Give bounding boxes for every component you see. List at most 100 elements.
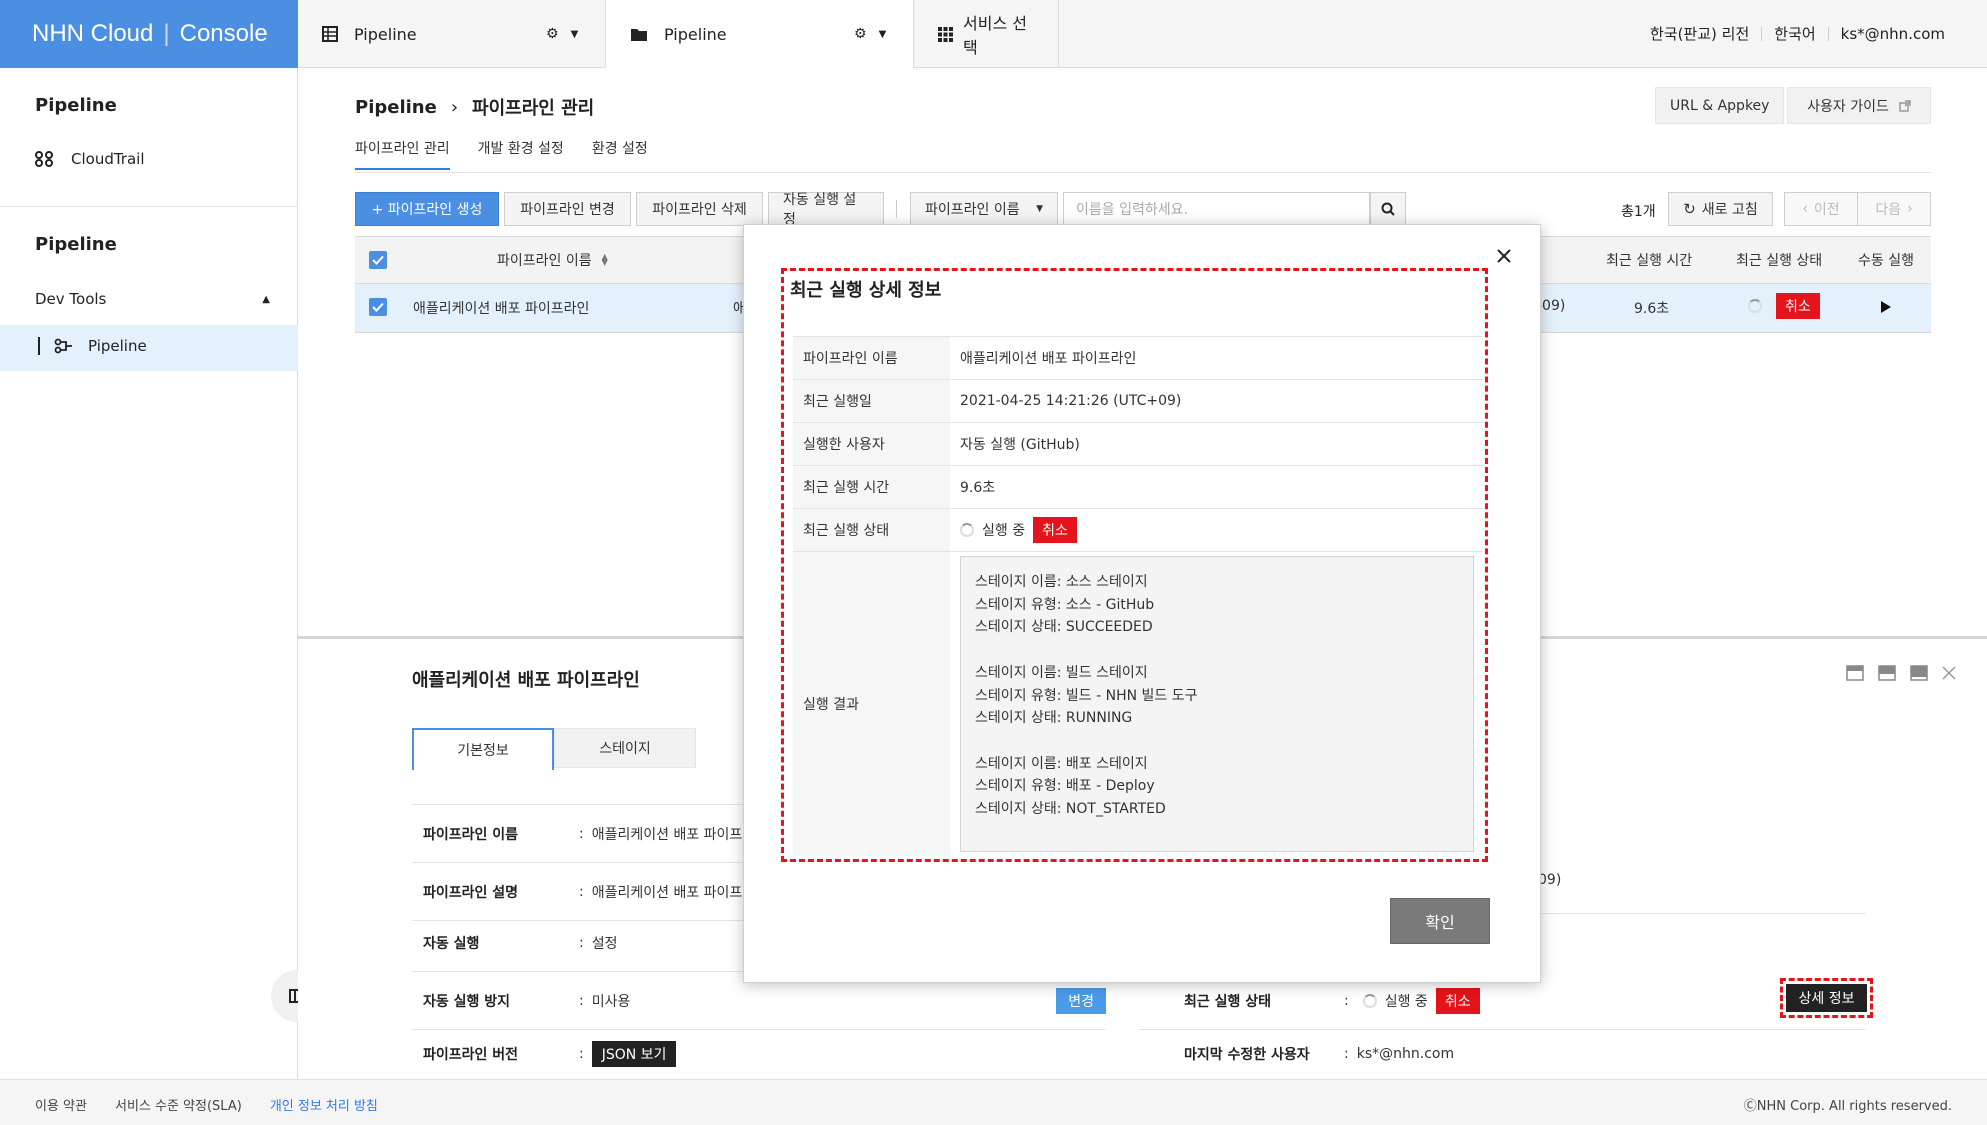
prev-page-button[interactable]: ‹ 이전	[1784, 192, 1858, 226]
detail-value: : 실행 중 취소	[1344, 987, 1480, 1014]
tab-pipeline-manage[interactable]: 파이프라인 관리	[355, 138, 450, 170]
result-line: 스테이지 상태: NOT_STARTED	[975, 801, 1166, 818]
modal-row-value: 애플리케이션 배포 파이프라인	[960, 351, 1137, 367]
change-button[interactable]: 변경	[1056, 987, 1106, 1014]
detail-info-button[interactable]: 상세 정보	[1786, 984, 1867, 1012]
play-button[interactable]	[1880, 300, 1892, 314]
detail-label: 파이프라인 이름	[423, 826, 519, 843]
modal-row: 최근 실행 상태 실행 중 취소	[793, 509, 1483, 552]
tab-service-select[interactable]: 서비스 선택	[914, 0, 1059, 68]
modal-cancel-button[interactable]: 취소	[1033, 517, 1077, 543]
tab-tools[interactable]: ⚙ ▼	[546, 26, 578, 42]
modal-detail-table: 파이프라인 이름 애플리케이션 배포 파이프라인 최근 실행일 2021-04-…	[793, 336, 1483, 856]
column-header-last-status[interactable]: 최근 실행 상태	[1736, 250, 1822, 270]
detail-value: : 애플리케이션 배포 파이프	[579, 825, 743, 843]
edit-pipeline-button[interactable]: 파이프라인 변경	[504, 192, 631, 226]
auto-run-settings-button[interactable]: 자동 실행 설정	[768, 192, 884, 228]
detail-value-text: 애플리케이션 배포 파이프	[591, 884, 743, 901]
modal-title: 최근 실행 상세 정보	[790, 280, 942, 301]
detail-value-text: ks*@nhn.com	[1356, 1046, 1455, 1062]
search-filter-select[interactable]: 파이프라인 이름 ▼	[910, 192, 1058, 226]
external-link-icon	[1899, 99, 1911, 112]
sidebar-item-cloudtrail[interactable]: CloudTrail	[35, 150, 145, 168]
layout-top-icon[interactable]	[1846, 665, 1864, 681]
sort-icon: ▲ ▼	[601, 252, 608, 267]
layout-full-icon[interactable]	[1910, 665, 1928, 681]
url-appkey-button[interactable]: URL & Appkey	[1655, 87, 1785, 124]
region-select[interactable]: 한국(판교) 리전	[1638, 27, 1763, 42]
detail-label: 마지막 수정한 사용자	[1184, 1047, 1310, 1063]
detail-value: : 애플리케이션 배포 파이프	[579, 883, 743, 901]
modal-row-value: 스테이지 이름: 소스 스테이지스테이지 유형: 소스 - GitHub 스테이지…	[950, 552, 1483, 856]
detail-value: : ks*@nhn.com	[1344, 1046, 1455, 1062]
modal-row-value: 2021-04-25 14:21:26 (UTC+09)	[960, 393, 1182, 409]
play-icon	[1880, 300, 1892, 314]
terms-link[interactable]: 이용 약관	[35, 1095, 87, 1114]
tab-pipeline-1[interactable]: Pipeline ⚙ ▼	[298, 0, 606, 68]
delete-pipeline-button[interactable]: 파이프라인 삭제	[636, 192, 763, 226]
gear-icon[interactable]: ⚙	[546, 26, 559, 42]
sla-link[interactable]: 서비스 수준 약정(SLA)	[115, 1095, 242, 1114]
search-button[interactable]	[1370, 192, 1406, 226]
caret-down-icon[interactable]: ▼	[571, 29, 579, 40]
toolbar-divider	[896, 200, 897, 218]
logo-brand: NHN Cloud	[32, 20, 154, 47]
tab-env-settings[interactable]: 환경 설정	[592, 138, 648, 170]
detail-label: 파이프라인 버전	[423, 1047, 519, 1063]
layout-half-icon[interactable]	[1878, 665, 1896, 681]
detail-label: 자동 실행 방지	[423, 993, 511, 1010]
privacy-link[interactable]: 개인 정보 처리 방침	[270, 1095, 378, 1114]
detail-title: 애플리케이션 배포 파이프라인	[412, 670, 640, 691]
user-guide-button[interactable]: 사용자 가이드	[1787, 87, 1931, 124]
sidebar-item-label: Pipeline	[88, 337, 147, 355]
modal-row: 최근 실행 시간 9.6초	[793, 466, 1483, 509]
sidebar-group-devtools[interactable]: Dev Tools ▲	[35, 290, 270, 308]
confirm-button[interactable]: 확인	[1390, 898, 1490, 944]
detail-row-version: 파이프라인 버전 : JSON 보기	[412, 1030, 1106, 1078]
tab-basic-info[interactable]: 기본정보	[412, 728, 554, 770]
modal-close-button[interactable]	[1496, 248, 1512, 264]
modal-row-key: 최근 실행일	[793, 380, 950, 422]
folder-icon	[630, 27, 648, 42]
detail-value: : JSON 보기	[579, 1041, 677, 1067]
spinner-icon	[1748, 299, 1762, 313]
sub-tabs: 파이프라인 관리 개발 환경 설정 환경 설정	[355, 138, 648, 170]
column-header-manual-run[interactable]: 수동 실행	[1858, 250, 1914, 270]
tab-stages[interactable]: 스테이지	[554, 728, 696, 768]
close-panel-icon[interactable]	[1942, 665, 1956, 681]
detail-value: : 설정	[579, 934, 618, 952]
gear-icon[interactable]: ⚙	[854, 26, 867, 42]
modal-row-key: 파이프라인 이름	[793, 337, 950, 379]
row-cancel-button[interactable]: 취소	[1776, 293, 1820, 319]
select-all-checkbox[interactable]	[369, 251, 387, 269]
modal-row-value: 9.6초	[960, 480, 996, 496]
result-line: 스테이지 이름: 빌드 스테이지	[975, 664, 1148, 681]
column-header-last-time[interactable]: 최근 실행 시간	[1606, 250, 1692, 270]
user-menu[interactable]: ks*@nhn.com	[1829, 27, 1957, 42]
chevron-right-icon: ›	[1907, 201, 1913, 217]
cloudtrail-icon	[35, 151, 53, 167]
breadcrumb: Pipeline › 파이프라인 관리	[355, 94, 594, 120]
tab-pipeline-2[interactable]: Pipeline ⚙ ▼	[606, 0, 914, 69]
create-pipeline-button[interactable]: + 파이프라인 생성	[355, 192, 499, 226]
refresh-button[interactable]: ↻ 새로 고침	[1668, 192, 1773, 226]
next-page-button[interactable]: 다음 ›	[1857, 192, 1931, 226]
result-line: 스테이지 유형: 소스 - GitHub	[975, 596, 1155, 613]
caret-down-icon[interactable]: ▼	[879, 29, 887, 40]
tab-dev-env[interactable]: 개발 환경 설정	[478, 138, 564, 170]
search-input[interactable]: 이름을 입력하세요.	[1063, 192, 1370, 226]
result-line: 스테이지 상태: SUCCEEDED	[975, 619, 1153, 636]
tab-tools[interactable]: ⚙ ▼	[854, 26, 886, 42]
row-checkbox[interactable]	[369, 298, 387, 316]
sidebar-item-pipeline[interactable]: Pipeline	[38, 337, 147, 355]
spinner-icon	[960, 523, 974, 537]
column-header-name[interactable]: 파이프라인 이름 ▲ ▼	[497, 250, 608, 270]
modal-row-key: 최근 실행 시간	[793, 466, 950, 508]
cancel-button[interactable]: 취소	[1435, 987, 1480, 1014]
language-select[interactable]: 한국어	[1762, 27, 1829, 42]
breadcrumb-root[interactable]: Pipeline	[355, 97, 437, 118]
run-result-textarea[interactable]: 스테이지 이름: 소스 스테이지스테이지 유형: 소스 - GitHub 스테이지…	[960, 556, 1474, 852]
result-line: 스테이지 이름: 소스 스테이지	[975, 574, 1148, 590]
logo[interactable]: NHN Cloud | Console	[0, 0, 298, 68]
json-view-button[interactable]: JSON 보기	[591, 1041, 677, 1067]
